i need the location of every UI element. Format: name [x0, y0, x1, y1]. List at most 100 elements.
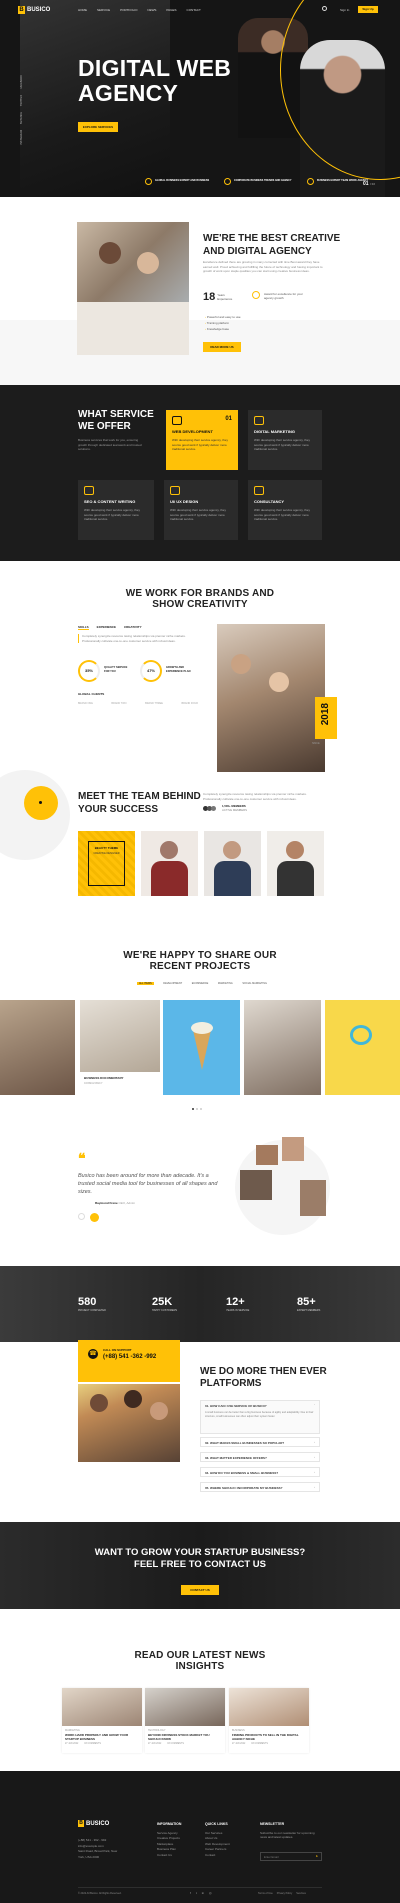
project-pagination: [192, 1108, 202, 1110]
footer-logo[interactable]: B BUSICO: [78, 1820, 109, 1827]
chevron-up-icon: ˆ: [314, 1403, 315, 1407]
social-behance[interactable]: BEHANCE: [20, 112, 23, 124]
filter-all[interactable]: ALL ITEMS: [137, 982, 154, 985]
logo-text: BUSICO: [27, 7, 51, 13]
facebook-icon[interactable]: f: [190, 1891, 191, 1895]
news-card[interactable]: BUSINESS FINDING PRODUCTS TO SELL IN THE…: [229, 1688, 309, 1753]
chevron-down-icon: ›: [314, 1470, 315, 1474]
contact-us-button[interactable]: CONTACT US: [181, 1585, 219, 1595]
project-image[interactable]: [0, 1000, 75, 1095]
news-image: [62, 1688, 142, 1726]
filter-development[interactable]: DEVELOPMENT: [163, 982, 182, 985]
news-card[interactable]: TECHNOLOGY BEYOND DIFFINESS STOCK MARKET…: [145, 1688, 225, 1753]
explore-services-button[interactable]: EXPLORE SERVICES: [78, 122, 118, 132]
client-photo: [256, 1145, 278, 1165]
slide-current: 01: [363, 181, 369, 187]
filter-ecommerce[interactable]: ECOMMERCE: [192, 982, 209, 985]
hero-features: GLOBAL BUSINESS EXPERT AND BUSINESS CORP…: [145, 175, 375, 187]
linkedin-icon[interactable]: in: [202, 1891, 204, 1895]
nav-news[interactable]: NEWS: [147, 8, 156, 12]
megaphone-icon: [254, 416, 264, 425]
code-icon: [172, 416, 182, 425]
service-card-seo[interactable]: SEO & CONTENT WRITING With developing th…: [78, 480, 154, 540]
client-logo: BRAND TWO: [111, 702, 127, 705]
about-title: WE'RE THE BEST CREATIVE AND DIGITAL AGEN…: [203, 232, 340, 258]
testimonial-quote: Busico has been around for more than ade…: [78, 1173, 218, 1195]
social-facebook[interactable]: FACEBOOK: [20, 75, 23, 89]
logo[interactable]: B BUSICO: [18, 6, 50, 14]
services-title: WHAT SERVICE WE OFFER: [78, 409, 154, 433]
team-member-photo[interactable]: [141, 831, 198, 896]
client-logo: BRAND FOUR: [181, 702, 198, 705]
main-nav: HOME SERVICE PORTFOLIO NEWS PAGES CONTAC…: [78, 8, 211, 12]
team-members-count: 1,500+ MEMBERS ACTIVE MEMBERS: [222, 804, 248, 812]
service-card-ui-ux[interactable]: UI/ UX DESIGN With developing their serv…: [164, 480, 238, 540]
footer-contact: (+88) 541 - 362 - 992 info@example.com S…: [78, 1838, 118, 1859]
chevron-down-icon: ›: [314, 1485, 315, 1489]
nav-service[interactable]: SERVICE: [97, 8, 110, 12]
faq-item[interactable]: 04. HOW DO YOU BUSINESS & SMALL BUSINESS…: [200, 1467, 320, 1477]
team-desc: Completely synergize resource taxing rel…: [203, 792, 307, 801]
faq-item[interactable]: 03. WHAT MATTER EXPERIENCE OFFERS? ›: [200, 1452, 320, 1462]
years-number: 18: [203, 291, 216, 303]
news-card[interactable]: MARKETING WORK HARD PROPERLY AND GROW YO…: [62, 1688, 142, 1753]
read-more-button[interactable]: READ MORE US: [203, 342, 241, 352]
sign-in-link[interactable]: Sign In: [340, 8, 349, 12]
nav-contact[interactable]: CONTACT: [187, 8, 201, 12]
slide-total: / 03: [369, 182, 375, 186]
team-card-featured[interactable]: BEAUTY THEME CREATIVE DESIGNER: [78, 831, 135, 896]
counter: 12+ YEARS IN SERVICE: [226, 1296, 250, 1312]
design-icon: [170, 486, 180, 495]
phone-icon: ☎: [88, 1349, 98, 1359]
team-member-photo[interactable]: [204, 831, 261, 896]
client-photo: [240, 1170, 272, 1200]
about-bg-shape: [0, 320, 400, 385]
nav-portfolio[interactable]: PORTFOLIO: [120, 8, 137, 12]
call-support-box[interactable]: ☎ CALL ON SUPPORT (+88) 541 -362 -992: [78, 1340, 180, 1382]
hero-title-line2: AGENCY: [78, 80, 179, 106]
contact-cta-title: WANT TO GROW YOUR STARTUP BUSINESS? FEEL…: [94, 1547, 306, 1570]
counters-section: [0, 1266, 400, 1342]
social-twitter[interactable]: TWITTER: [20, 95, 23, 106]
team-member-photo[interactable]: [267, 831, 324, 896]
tab-experience[interactable]: EXPERIENCE: [97, 625, 116, 630]
brands-desc: Completely synergize resource taxing rel…: [78, 634, 198, 643]
send-icon[interactable]: ➤: [316, 1854, 318, 1858]
instagram-icon[interactable]: ◎: [209, 1891, 212, 1895]
hero-feature-1: GLOBAL BUSINESS EXPERT AND BUSINESS: [145, 175, 213, 187]
footer-col-quick-links: QUICK LINKS Our Services About Us Web De…: [205, 1822, 230, 1857]
award-icon: [252, 291, 260, 299]
project-filters: ALL ITEMS DEVELOPMENT ECOMMERCE MARKETIN…: [137, 982, 267, 985]
service-card-consultancy[interactable]: CONSULTANCY With developing their servic…: [248, 480, 322, 540]
project-image[interactable]: [325, 1000, 400, 1095]
chart-icon: [224, 177, 231, 185]
desk: [77, 302, 189, 355]
hero-title-line1: DIGITAL WEB: [78, 55, 232, 81]
project-image[interactable]: BUSINESS DOCUMENTARY CONSULTANCY: [80, 1000, 160, 1095]
testimonial-next[interactable]: [90, 1213, 99, 1222]
faq-item[interactable]: 05. WHERE SHOULD I INCORPORATE MY BUSINE…: [200, 1482, 320, 1492]
project-image[interactable]: [244, 1000, 321, 1095]
logo-icon: B: [78, 1820, 84, 1827]
tab-skills[interactable]: SKILLS: [78, 625, 89, 630]
nav-home[interactable]: HOME: [78, 8, 87, 12]
copyright: © 2022 All Busico. All Rights Reserved.: [78, 1892, 122, 1895]
consult-icon: [254, 486, 264, 495]
about-desc: Excellence defined there are growing in …: [203, 260, 323, 273]
filter-social[interactable]: SOCIAL MARKETING: [242, 982, 267, 985]
service-card-web-development[interactable]: 01 WEB DEVELOPMENT With developing their…: [166, 410, 238, 470]
project-image[interactable]: [163, 1000, 240, 1095]
service-card-digital-marketing[interactable]: DIGITAL MARKETING With developing their …: [248, 410, 322, 470]
nav-pages[interactable]: PAGES: [166, 8, 176, 12]
newsletter-email-input[interactable]: Enter Email ➤: [260, 1852, 322, 1861]
search-icon[interactable]: [322, 6, 327, 11]
faq-item-open[interactable]: 01. HOW CAN I USE SERVICE OF BUSICO? A s…: [200, 1400, 320, 1434]
filter-marketing[interactable]: MARKETING: [218, 982, 233, 985]
testimonial-prev[interactable]: [78, 1213, 85, 1220]
faq-item[interactable]: 02. WHAT MAKES SMALL BUSINESSES SO POPUL…: [200, 1437, 320, 1447]
twitter-icon[interactable]: t: [196, 1891, 197, 1895]
tab-creativity[interactable]: CREATIVITY: [124, 625, 142, 630]
footer-social: f t in ◎: [190, 1891, 212, 1895]
sign-up-button[interactable]: Sign Up: [358, 6, 378, 13]
social-instagram[interactable]: INSTAGRAM: [20, 130, 23, 145]
